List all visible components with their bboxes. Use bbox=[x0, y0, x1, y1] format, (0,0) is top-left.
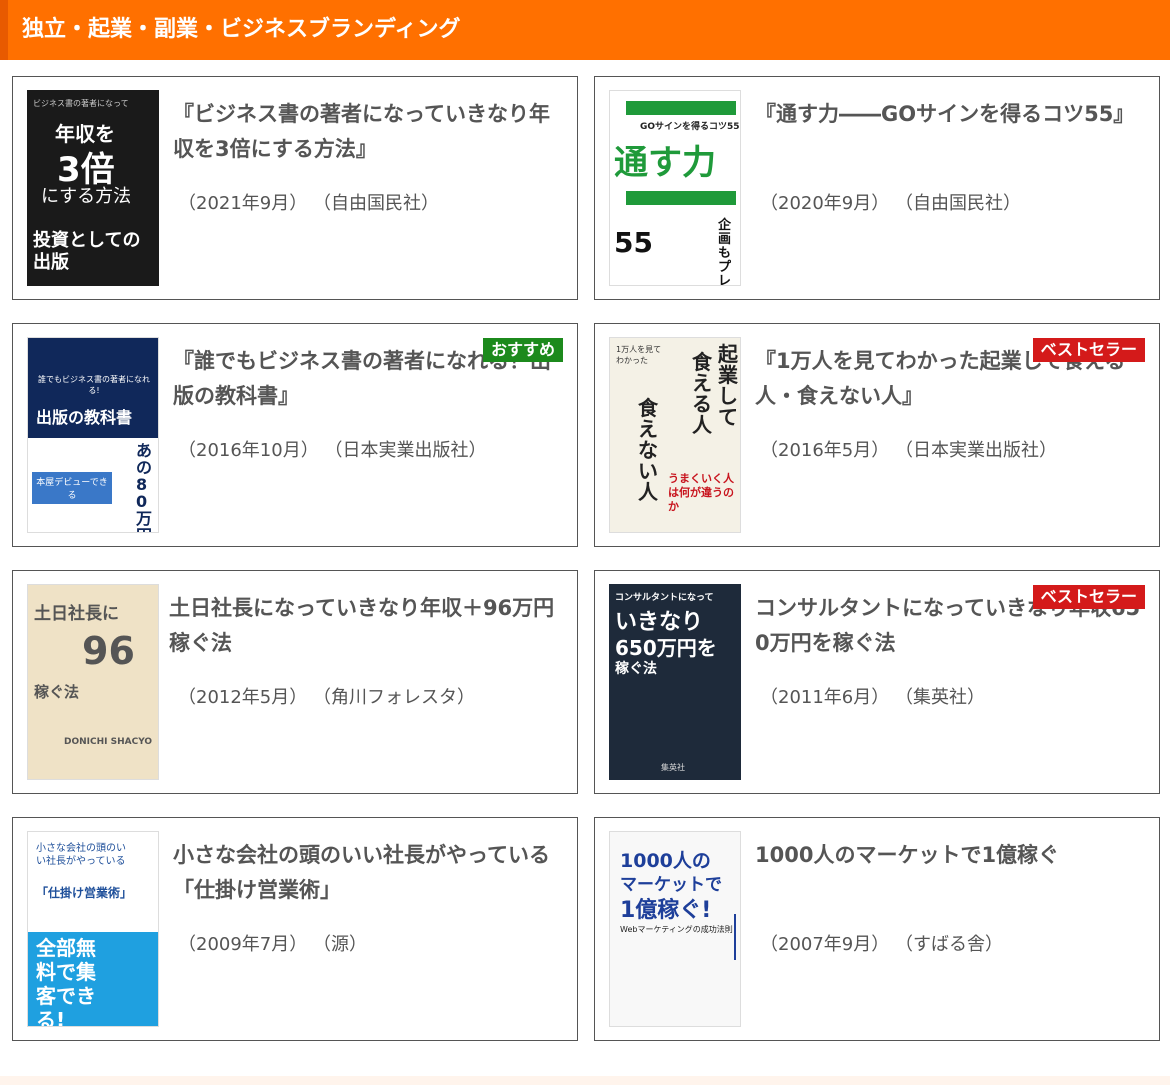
book-title[interactable]: 1000人のマーケットで1億稼ぐ bbox=[755, 838, 1150, 873]
book-cover[interactable]: GOサインを得るコツ55 通す力 55 企画もプレゼンも bbox=[609, 90, 741, 286]
book-card[interactable]: GOサインを得るコツ55 通す力 55 企画もプレゼンも 『通す力――GOサイン… bbox=[594, 76, 1160, 300]
section-header: 独立・起業・副業・ビジネスブランディング bbox=[0, 0, 1170, 60]
book-meta: （2009年7月） （源） bbox=[178, 934, 367, 955]
book-title[interactable]: 小さな会社の頭のいい社長がやっている「仕掛け営業術」 bbox=[173, 838, 568, 908]
book-cover[interactable]: 小さな会社の頭のいい社長がやっている 「仕掛け営業術」 全部無料で集客できる! bbox=[27, 831, 159, 1027]
book-card[interactable]: 1万人を見てわかった 起業して 食える人 食えない人 うまくいく人は何が違うのか… bbox=[594, 323, 1160, 547]
book-cover[interactable]: 1000人の マーケットで 1億稼ぐ! Webマーケティングの成功法則 bbox=[609, 831, 741, 1027]
bottom-strip bbox=[0, 1076, 1170, 1085]
book-meta: （2016年5月） （日本実業出版社） bbox=[760, 440, 1057, 461]
book-card[interactable]: 1000人の マーケットで 1億稼ぐ! Webマーケティングの成功法則 1000… bbox=[594, 817, 1160, 1041]
book-meta: （2021年9月） （自由国民社） bbox=[178, 193, 439, 214]
book-title[interactable]: 『通す力――GOサインを得るコツ55』 bbox=[755, 97, 1150, 132]
book-title[interactable]: 『ビジネス書の著者になっていきなり年収を3倍にする方法』 bbox=[173, 97, 568, 167]
recommend-badge: おすすめ bbox=[482, 338, 563, 362]
section-title: 独立・起業・副業・ビジネスブランディング bbox=[22, 17, 461, 42]
book-cover[interactable]: コンサルタントになって いきなり 650万円を 稼ぐ法 集英社 bbox=[609, 584, 741, 780]
book-card[interactable]: 誰でもビジネス書の著者になれる! 出版の教科書 あの80万円の高額講座が本になっ… bbox=[12, 323, 578, 547]
book-card[interactable]: コンサルタントになって いきなり 650万円を 稼ぐ法 集英社 コンサルタントに… bbox=[594, 570, 1160, 794]
bestseller-badge: ベストセラー bbox=[1032, 585, 1145, 609]
book-meta: （2016年10月） （日本実業出版社） bbox=[178, 440, 487, 461]
book-cover[interactable]: ビジネス書の著者になって 年収を 3倍 にする方法 投資としての出版 bbox=[27, 90, 159, 286]
book-cover[interactable]: 誰でもビジネス書の著者になれる! 出版の教科書 あの80万円の高額講座が本になっ… bbox=[27, 337, 159, 533]
book-meta: （2007年9月） （すばる舎） bbox=[760, 934, 1003, 955]
book-meta: （2012年5月） （角川フォレスタ） bbox=[178, 687, 475, 708]
book-card[interactable]: 小さな会社の頭のいい社長がやっている 「仕掛け営業術」 全部無料で集客できる! … bbox=[12, 817, 578, 1041]
book-card[interactable]: ビジネス書の著者になって 年収を 3倍 にする方法 投資としての出版 『ビジネス… bbox=[12, 76, 578, 300]
book-card[interactable]: 土日社長に 96 稼ぐ法 DONICHI SHACYO 土日社長になっていきなり… bbox=[12, 570, 578, 794]
book-meta: （2020年9月） （自由国民社） bbox=[760, 193, 1021, 214]
bestseller-badge: ベストセラー bbox=[1032, 338, 1145, 362]
book-meta: （2011年6月） （集英社） bbox=[760, 687, 985, 708]
book-title[interactable]: 土日社長になっていきなり年収＋96万円稼ぐ法 bbox=[169, 591, 564, 661]
book-cover[interactable]: 土日社長に 96 稼ぐ法 DONICHI SHACYO bbox=[27, 584, 159, 780]
book-cover[interactable]: 1万人を見てわかった 起業して 食える人 食えない人 うまくいく人は何が違うのか bbox=[609, 337, 741, 533]
